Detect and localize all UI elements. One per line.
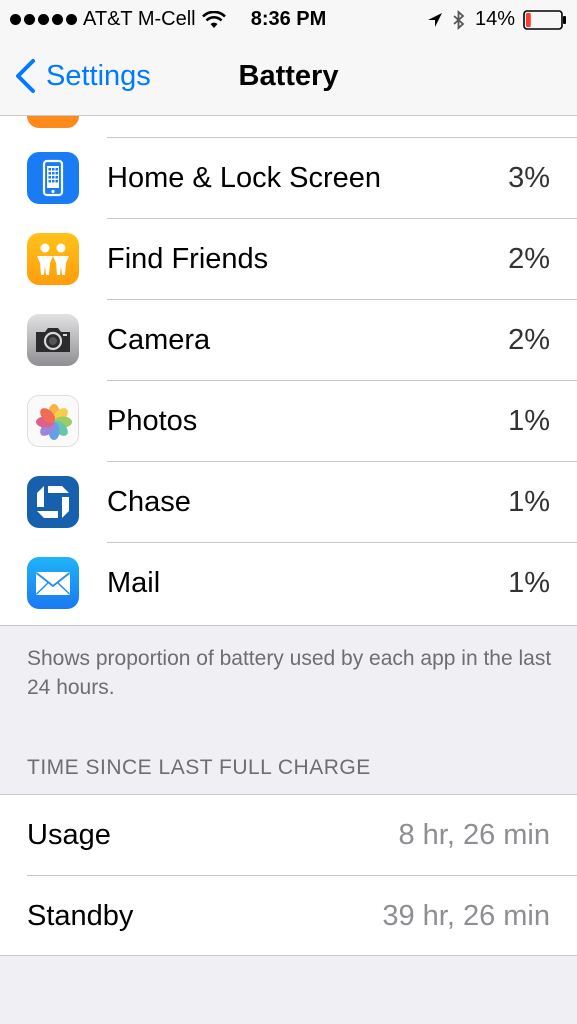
app-battery-percent: 3%: [508, 162, 550, 194]
section-header: TIME SINCE LAST FULL CHARGE: [27, 756, 371, 779]
status-bar: AT&T M-Cell 8:36 PM 14%: [0, 0, 577, 38]
usage-footnote: Shows proportion of battery used by each…: [27, 647, 552, 699]
bluetooth-icon: [453, 9, 465, 30]
standby-label: Standby: [27, 900, 134, 932]
page-title: Battery: [238, 60, 339, 92]
navigation-bar: Settings Battery: [0, 38, 577, 116]
app-name: Mail: [107, 567, 161, 599]
list-item-partial[interactable]: [0, 116, 577, 138]
list-item-photos[interactable]: Photos 1%: [0, 381, 577, 462]
app-battery-percent: 1%: [508, 405, 550, 437]
app-name: Find Friends: [107, 243, 269, 275]
home-lock-screen-icon: [27, 152, 79, 204]
app-usage-list: Home & Lock Screen 3% Find Friends 2% Ca…: [0, 116, 577, 626]
app-battery-percent: 1%: [508, 486, 550, 518]
app-name: Photos: [107, 405, 198, 437]
chase-icon: [27, 476, 79, 528]
list-item-home-lock-screen[interactable]: Home & Lock Screen 3%: [0, 138, 577, 219]
app-name: Camera: [107, 324, 211, 356]
find-friends-icon: [27, 233, 79, 285]
list-item-camera[interactable]: Camera 2%: [0, 300, 577, 381]
charge-time-list: Usage 8 hr, 26 min Standby 39 hr, 26 min: [0, 794, 577, 956]
usage-value: 8 hr, 26 min: [398, 819, 550, 851]
battery-icon: [523, 9, 566, 30]
app-icon-partial: [27, 116, 79, 128]
camera-icon: [27, 314, 79, 366]
list-item-find-friends[interactable]: Find Friends 2%: [0, 219, 577, 300]
standby-row: Standby 39 hr, 26 min: [0, 876, 577, 957]
mail-icon: [27, 557, 79, 609]
app-battery-percent: 2%: [508, 243, 550, 275]
battery-percent: 14%: [474, 8, 515, 30]
usage-row: Usage 8 hr, 26 min: [0, 795, 577, 876]
list-item-mail[interactable]: Mail 1%: [0, 543, 577, 624]
usage-label: Usage: [27, 819, 111, 851]
app-name: Home & Lock Screen: [107, 162, 382, 194]
app-battery-percent: 1%: [508, 567, 550, 599]
list-item-chase[interactable]: Chase 1%: [0, 462, 577, 543]
app-battery-percent: 2%: [508, 324, 550, 356]
photos-icon: [27, 395, 79, 447]
app-name: Chase: [107, 486, 191, 518]
location-arrow-icon: [427, 12, 442, 27]
standby-value: 39 hr, 26 min: [382, 900, 550, 932]
